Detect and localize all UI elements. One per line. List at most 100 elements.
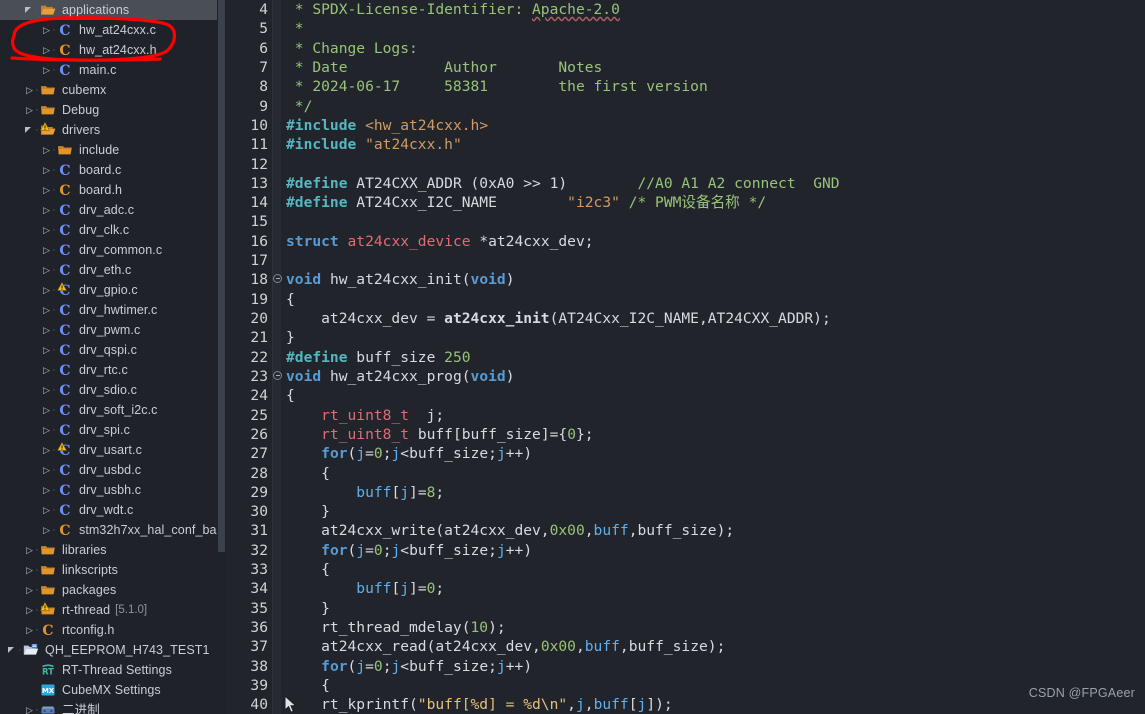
code-line[interactable]: 12 — [226, 155, 1145, 174]
tree-item-drv_clk.c[interactable]: ·Cdrv_clk.c — [0, 220, 226, 240]
code-line[interactable]: 26 rt_uint8_t buff[buff_size]={0}; — [226, 425, 1145, 444]
tree-item-drv_sdio.c[interactable]: ·Cdrv_sdio.c — [0, 380, 226, 400]
expand-arrow-icon[interactable] — [23, 620, 34, 640]
expand-arrow-icon[interactable] — [40, 200, 51, 220]
code-editor-pane[interactable]: 4 * SPDX-License-Identifier: Apache-2.0 5… — [226, 0, 1145, 714]
code-line[interactable]: 35 } — [226, 599, 1145, 618]
expand-arrow-icon[interactable] — [40, 240, 51, 260]
code-line[interactable]: 17 — [226, 251, 1145, 270]
tree-item-applications[interactable]: · applications — [0, 0, 226, 20]
code-line[interactable]: 6 * Change Logs: — [226, 39, 1145, 58]
code-line[interactable]: 20 at24cxx_dev = at24cxx_init(AT24Cxx_I2… — [226, 309, 1145, 328]
tree-item-debug[interactable]: ·Debug — [0, 100, 226, 120]
tree-item-rtconfig.h[interactable]: ·Crtconfig.h — [0, 620, 226, 640]
collapse-arrow-icon[interactable] — [23, 120, 34, 140]
code-line[interactable]: 31 at24cxx_write(at24cxx_dev,0x00,buff,b… — [226, 521, 1145, 540]
code-line[interactable]: 22 #define buff_size 250 — [226, 348, 1145, 367]
tree-item-hw_at24cxx.c[interactable]: ·Chw_at24cxx.c — [0, 20, 226, 40]
code-line[interactable]: 28 { — [226, 464, 1145, 483]
tree-item-[interactable]: ·二进制 — [0, 700, 226, 714]
code-line[interactable]: 23 void hw_at24cxx_prog(void) — [226, 367, 1145, 386]
code-line[interactable]: 14 #define AT24Cxx_I2C_NAME "i2c3" /* PWM… — [226, 193, 1145, 212]
tree-item-board.c[interactable]: ·Cboard.c — [0, 160, 226, 180]
code-line[interactable]: 9 */ — [226, 97, 1145, 116]
tree-item-board.h[interactable]: ·Cboard.h — [0, 180, 226, 200]
tree-item-cubemxsettings[interactable]: MX CubeMX Settings — [0, 680, 226, 700]
expand-arrow-icon[interactable] — [40, 280, 51, 300]
code-line[interactable]: 39 { — [226, 676, 1145, 695]
expand-arrow-icon[interactable] — [23, 600, 34, 620]
code-line[interactable]: 40 rt_kprintf("buff[%d] = %d\n",j,buff[j… — [226, 695, 1145, 714]
expand-arrow-icon[interactable] — [40, 420, 51, 440]
tree-item-drv_usbd.c[interactable]: ·Cdrv_usbd.c — [0, 460, 226, 480]
sidebar-scrollbar[interactable] — [217, 0, 226, 714]
tree-item-main.c[interactable]: ·Cmain.c — [0, 60, 226, 80]
tree-item-libraries[interactable]: ·libraries — [0, 540, 226, 560]
code-line[interactable]: 27 for(j=0;j<buff_size;j++) — [226, 444, 1145, 463]
code-line[interactable]: 38 for(j=0;j<buff_size;j++) — [226, 657, 1145, 676]
expand-arrow-icon[interactable] — [40, 500, 51, 520]
expand-arrow-icon[interactable] — [40, 60, 51, 80]
tree-item-linkscripts[interactable]: ·linkscripts — [0, 560, 226, 580]
tree-item-qh_eeprom_h743_test1[interactable]: · QH_EEPROM_H743_TEST1 — [0, 640, 226, 660]
tree-item-drv_rtc.c[interactable]: ·Cdrv_rtc.c — [0, 360, 226, 380]
tree-item-include[interactable]: ·include — [0, 140, 226, 160]
expand-arrow-icon[interactable] — [40, 340, 51, 360]
tree-item-drv_wdt.c[interactable]: ·Cdrv_wdt.c — [0, 500, 226, 520]
expand-arrow-icon[interactable] — [40, 220, 51, 240]
code-line[interactable]: 13 #define AT24CXX_ADDR (0xA0 >> 1) //A0 … — [226, 174, 1145, 193]
tree-item-rt-threadsettings[interactable]: RT RT-Thread Settings — [0, 660, 226, 680]
tree-item-drv_usart.c[interactable]: ·Cdrv_usart.c — [0, 440, 226, 460]
code-line[interactable]: 15 — [226, 212, 1145, 231]
code-line[interactable]: 25 rt_uint8_t j; — [226, 406, 1145, 425]
tree-item-drivers[interactable]: · drivers — [0, 120, 226, 140]
code-line[interactable]: 10 #include <hw_at24cxx.h> — [226, 116, 1145, 135]
code-content[interactable]: 4 * SPDX-License-Identifier: Apache-2.0 5… — [226, 0, 1145, 714]
tree-item-drv_eth.c[interactable]: ·Cdrv_eth.c — [0, 260, 226, 280]
expand-arrow-icon[interactable] — [40, 400, 51, 420]
collapse-arrow-icon[interactable] — [6, 640, 17, 660]
code-line[interactable]: 18 void hw_at24cxx_init(void) — [226, 270, 1145, 289]
code-line[interactable]: 30 } — [226, 502, 1145, 521]
expand-arrow-icon[interactable] — [40, 140, 51, 160]
code-line[interactable]: 21} — [226, 328, 1145, 347]
expand-arrow-icon[interactable] — [40, 40, 51, 60]
tree-item-drv_soft_i2c.c[interactable]: ·Cdrv_soft_i2c.c — [0, 400, 226, 420]
expand-arrow-icon[interactable] — [23, 560, 34, 580]
expand-arrow-icon[interactable] — [40, 160, 51, 180]
expand-arrow-icon[interactable] — [23, 80, 34, 100]
expand-arrow-icon[interactable] — [23, 580, 34, 600]
code-line[interactable]: 34 buff[j]=0; — [226, 579, 1145, 598]
code-line[interactable]: 8 * 2024-06-17 58381 the first version — [226, 77, 1145, 96]
expand-arrow-icon[interactable] — [40, 520, 51, 540]
expand-arrow-icon[interactable] — [40, 320, 51, 340]
tree-item-cubemx[interactable]: ·cubemx — [0, 80, 226, 100]
code-line[interactable]: 19 { — [226, 290, 1145, 309]
tree-item-drv_spi.c[interactable]: ·Cdrv_spi.c — [0, 420, 226, 440]
expand-arrow-icon[interactable] — [40, 440, 51, 460]
code-line[interactable]: 7 * Date Author Notes — [226, 58, 1145, 77]
expand-arrow-icon[interactable] — [40, 180, 51, 200]
code-line[interactable]: 29 buff[j]=8; — [226, 483, 1145, 502]
code-line[interactable]: 16 struct at24cxx_device *at24cxx_dev; — [226, 232, 1145, 251]
expand-arrow-icon[interactable] — [23, 700, 34, 714]
code-line[interactable]: 32 for(j=0;j<buff_size;j++) — [226, 541, 1145, 560]
code-line[interactable]: 36 rt_thread_mdelay(10); — [226, 618, 1145, 637]
project-explorer-panel[interactable]: ·applications·Chw_at24cxx.c·Chw_at24cxx.… — [0, 0, 226, 714]
expand-arrow-icon[interactable] — [23, 100, 34, 120]
tree-item-drv_common.c[interactable]: ·Cdrv_common.c — [0, 240, 226, 260]
code-line[interactable]: 5 * — [226, 19, 1145, 38]
tree-item-stm32h7xx_hal_conf_bak.h[interactable]: ·Cstm32h7xx_hal_conf_bak.h — [0, 520, 226, 540]
tree-item-drv_adc.c[interactable]: ·Cdrv_adc.c — [0, 200, 226, 220]
expand-arrow-icon[interactable] — [40, 260, 51, 280]
sidebar-scrollbar-thumb[interactable] — [218, 0, 225, 552]
code-fold-toggle-icon[interactable] — [273, 370, 282, 380]
tree-item-drv_gpio.c[interactable]: ·Cdrv_gpio.c — [0, 280, 226, 300]
tree-item-hw_at24cxx.h[interactable]: ·Chw_at24cxx.h — [0, 40, 226, 60]
tree-item-rt-thread[interactable]: ·rt-thread[5.1.0] — [0, 600, 226, 620]
code-line[interactable]: 11 #include "at24cxx.h" — [226, 135, 1145, 154]
expand-arrow-icon[interactable] — [40, 460, 51, 480]
expand-arrow-icon[interactable] — [40, 480, 51, 500]
tree-item-drv_hwtimer.c[interactable]: ·Cdrv_hwtimer.c — [0, 300, 226, 320]
tree-item-drv_usbh.c[interactable]: ·Cdrv_usbh.c — [0, 480, 226, 500]
